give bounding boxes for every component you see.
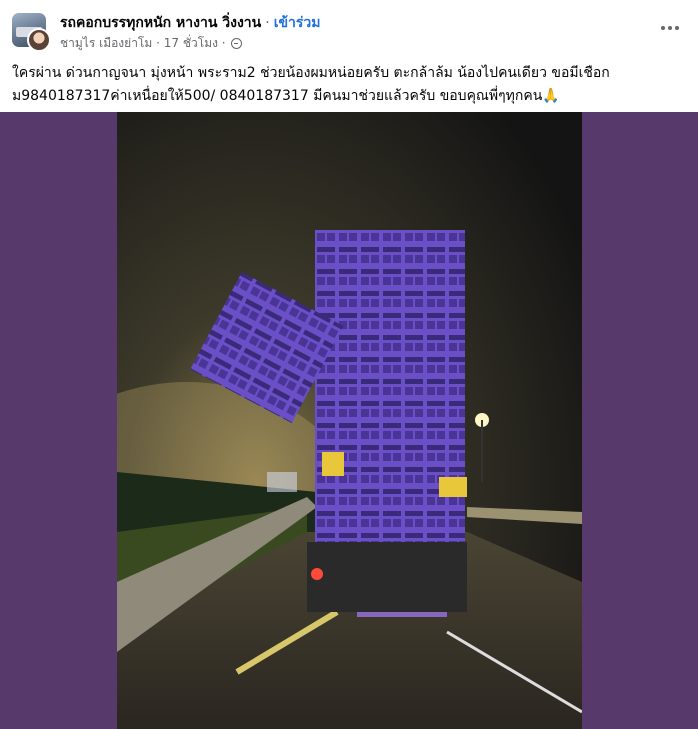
meta-separator-2: ·	[221, 36, 226, 50]
yellow-sign-right	[439, 477, 467, 497]
truck-rear	[307, 542, 467, 612]
author-link[interactable]: ชามูไร เมืองย่าโม	[60, 36, 152, 50]
more-horizontal-icon-dot	[675, 26, 679, 30]
globe-icon	[231, 38, 243, 49]
user-avatar[interactable]	[27, 28, 51, 52]
distant-sign	[267, 472, 297, 492]
purple-reflection	[357, 612, 447, 617]
photo-container[interactable]	[0, 112, 698, 729]
group-name-link[interactable]: รถคอกบรรทุกหนัก หางาน วิ่งงาน	[60, 15, 261, 31]
more-options-button[interactable]	[656, 18, 684, 38]
post-meta: ชามูไร เมืองย่าโม · 17 ชั่วโมง ·	[60, 34, 243, 53]
post-body-text: ใครผ่าน ด่วนกาญจนา มุ่งหน้า พระราม2 ช่วย…	[12, 65, 610, 104]
post-header: รถคอกบรรทุกหนัก หางาน วิ่งงาน · เข้าร่วม ช…	[0, 0, 698, 58]
more-horizontal-icon-dot	[668, 26, 672, 30]
avatar-stack[interactable]	[12, 13, 52, 53]
night-highway-truck-photo	[117, 112, 582, 729]
meta-separator: ·	[156, 36, 160, 50]
more-horizontal-icon-dot	[661, 26, 665, 30]
title-separator: ·	[265, 15, 270, 31]
post-time-link[interactable]: 17 ชั่วโมง	[164, 36, 218, 50]
post-photo[interactable]	[117, 112, 582, 729]
yellow-sign-left	[322, 452, 344, 476]
join-group-link[interactable]: เข้าร่วม	[274, 15, 321, 31]
post-title-line: รถคอกบรรทุกหนัก หางาน วิ่งงาน · เข้าร่วม	[60, 12, 321, 34]
tail-light	[311, 568, 323, 580]
